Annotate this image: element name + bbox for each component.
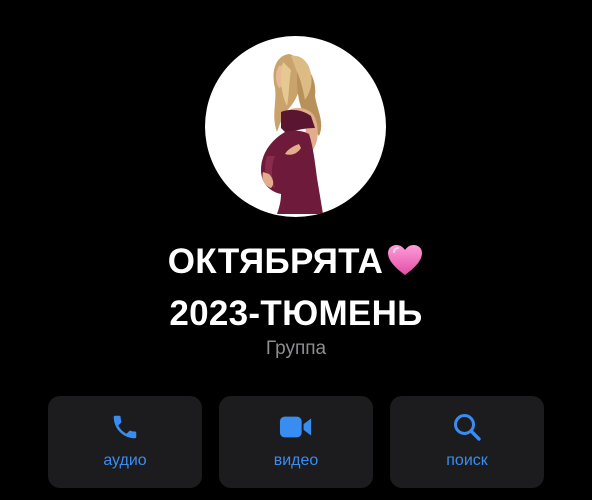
group-title-line2: 2023-ТЮМЕНЬ bbox=[169, 294, 423, 333]
pink-heart-icon bbox=[386, 242, 424, 290]
video-label: видео bbox=[273, 452, 319, 469]
video-camera-icon bbox=[279, 412, 313, 442]
search-icon bbox=[450, 412, 484, 442]
audio-call-button[interactable]: аудио bbox=[48, 396, 202, 488]
group-title-line1: ОКТЯБРЯТА bbox=[167, 242, 384, 281]
pregnant-woman-illustration bbox=[261, 54, 323, 214]
video-call-button[interactable]: видео bbox=[219, 396, 373, 488]
group-type-label: Группа bbox=[265, 338, 327, 359]
group-title: ОКТЯБРЯТА 2023-ТЮМЕНЬ bbox=[0, 238, 592, 338]
action-buttons: аудио видео поиск bbox=[48, 396, 545, 488]
audio-label: аудио bbox=[103, 452, 147, 469]
search-label: поиск bbox=[446, 452, 488, 469]
search-button[interactable]: поиск bbox=[390, 396, 544, 488]
group-avatar[interactable] bbox=[205, 36, 386, 217]
phone-icon bbox=[108, 412, 142, 442]
